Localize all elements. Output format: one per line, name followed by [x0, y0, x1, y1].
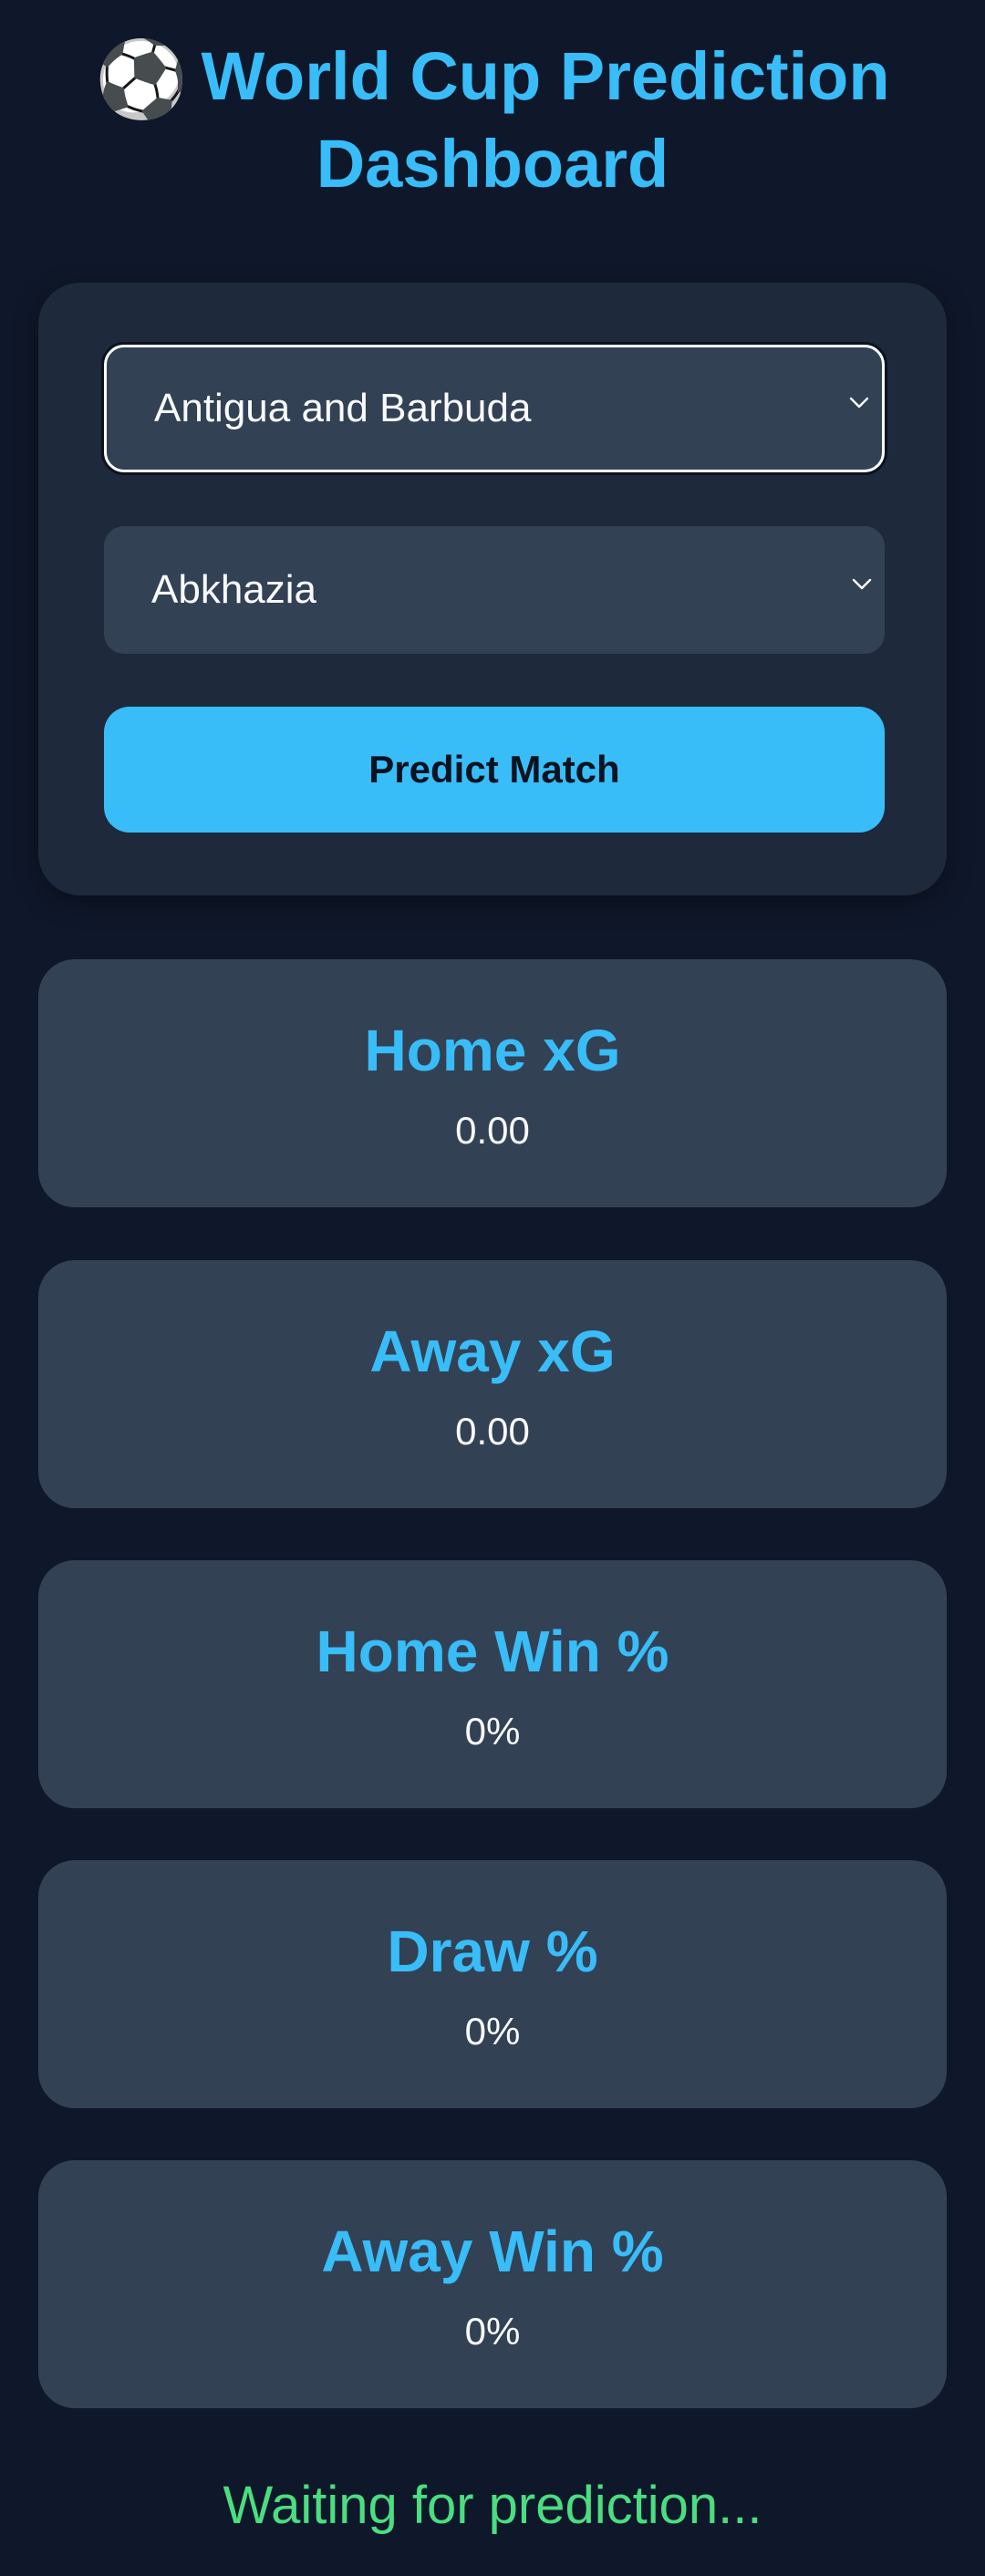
chevron-down-icon	[852, 574, 872, 594]
home-win-label: Home Win %	[316, 1619, 669, 1684]
home-xg-label: Home xG	[364, 1018, 621, 1083]
away-win-value: 0%	[464, 2310, 521, 2353]
away-xg-card: Away xG 0.00	[38, 1260, 947, 1508]
predict-match-button[interactable]: Predict Match	[104, 707, 885, 833]
away-team-value: Abkhazia	[151, 567, 317, 612]
soccer-ball-icon: ⚽	[95, 38, 189, 121]
home-team-value: Antigua and Barbuda	[154, 386, 532, 430]
title-text-1: World Cup Prediction	[201, 38, 890, 114]
home-team-select[interactable]: Antigua and Barbuda	[104, 345, 885, 472]
draw-label: Draw %	[387, 1919, 598, 1984]
chevron-down-icon	[849, 392, 869, 412]
dashboard-page: ⚽ World Cup Prediction Dashboard Antigua …	[0, 0, 985, 2576]
prediction-controls-panel: Antigua and Barbuda Abkhazia Predict Mat…	[38, 283, 947, 895]
home-win-value: 0%	[464, 1710, 521, 1753]
home-xg-card: Home xG 0.00	[38, 959, 947, 1207]
title-text-2: Dashboard	[316, 126, 669, 202]
away-team-select[interactable]: Abkhazia	[104, 526, 885, 654]
away-win-label: Away Win %	[321, 2219, 664, 2284]
home-win-card: Home Win % 0%	[38, 1560, 947, 1808]
page-title: ⚽ World Cup Prediction Dashboard	[0, 35, 985, 206]
title-line-1: ⚽ World Cup Prediction	[0, 35, 985, 122]
away-xg-value: 0.00	[455, 1410, 530, 1453]
status-message: Waiting for prediction...	[223, 2476, 762, 2535]
draw-card: Draw % 0%	[38, 1860, 947, 2108]
home-xg-value: 0.00	[455, 1109, 530, 1152]
away-win-card: Away Win % 0%	[38, 2160, 947, 2408]
away-xg-label: Away xG	[369, 1319, 616, 1384]
draw-value: 0%	[464, 2010, 521, 2053]
